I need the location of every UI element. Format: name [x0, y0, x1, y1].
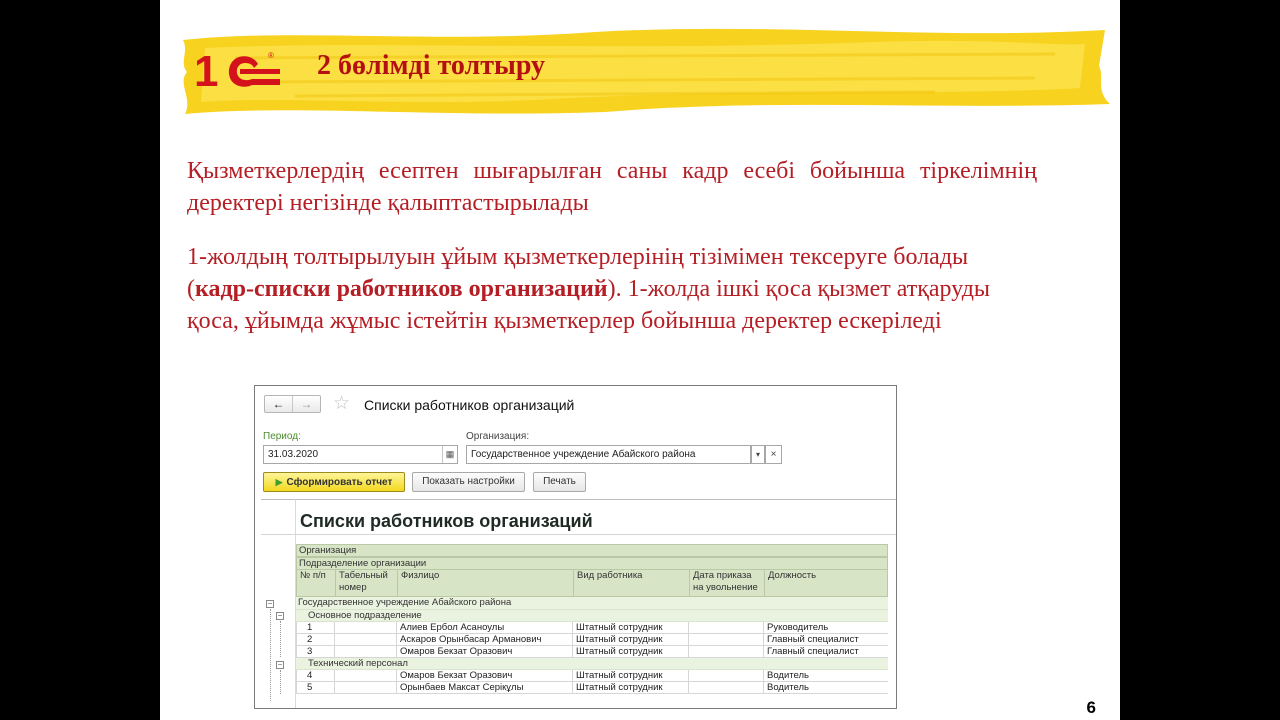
col-position: Должность [764, 570, 888, 596]
org-group-row[interactable]: Государственное учреждение Абайского рай… [296, 597, 888, 610]
table-cell [688, 622, 763, 634]
table-cell: 5 [296, 682, 334, 694]
show-settings-button[interactable]: Показать настройки [412, 472, 525, 492]
table-cell [688, 634, 763, 646]
calendar-icon[interactable]: ▦ [442, 446, 457, 463]
table-cell: Омаров Бекзат Оразович [396, 646, 572, 658]
col-tabnum: Табельный номер [335, 570, 397, 596]
slide: 1 ® 2 бөлімді толтыру Қызметкерлердің ес… [160, 0, 1120, 720]
period-label: Период: [263, 431, 301, 442]
1c-logo-icon: 1 ® [194, 48, 280, 92]
header-columns: № п/п Табельный номер Физлицо Вид работн… [296, 570, 888, 597]
table-cell: Аскаров Орынбасар Арманович [396, 634, 572, 646]
slide-title: 2 бөлімді толтыру [317, 50, 546, 81]
favorite-star-icon[interactable]: ☆ [333, 394, 350, 414]
back-arrow-icon[interactable]: ← [265, 396, 292, 412]
department-group-row[interactable]: Технический персонал [296, 658, 888, 670]
window-title: Списки работников организаций [364, 397, 575, 413]
period-value: 31.03.2020 [268, 449, 319, 460]
table-cell: Штатный сотрудник [572, 646, 688, 658]
col-number: № п/п [300, 570, 326, 581]
table-cell [334, 682, 396, 694]
banner-brush [183, 28, 1110, 115]
tree-line [280, 670, 281, 694]
header-department: Подразделение организации [296, 557, 888, 570]
report-title-divider [261, 534, 896, 535]
tree-line [280, 621, 281, 657]
forward-arrow-icon[interactable]: → [292, 396, 320, 412]
table-cell: Штатный сотрудник [572, 622, 688, 634]
collapse-icon[interactable]: − [276, 612, 284, 620]
table-row[interactable]: 2 Аскаров Орынбасар Арманович Штатный сотр… [296, 634, 888, 646]
table-cell: Главный специалист [763, 634, 887, 646]
table-cell: Алиев Ербол Асаноулы [396, 622, 572, 634]
col-dismissal-date: Дата приказа на увольнение [689, 570, 764, 596]
collapse-icon[interactable]: − [266, 600, 274, 608]
svg-text:1: 1 [194, 48, 218, 92]
organization-label: Организация: [466, 431, 530, 442]
table-cell: Руководитель [763, 622, 887, 634]
table-cell: Главный специалист [763, 646, 887, 658]
table-cell: 4 [296, 670, 334, 682]
table-cell: 1 [296, 622, 334, 634]
table-row[interactable]: 1 Алиев Ербол Асаноулы Штатный сотрудник Ру… [296, 622, 888, 634]
nav-buttons: ← → [264, 395, 321, 413]
organization-input[interactable]: Государственное учреждение Абайского рай… [466, 445, 751, 464]
table-cell [688, 646, 763, 658]
table-cell: Штатный сотрудник [572, 682, 688, 694]
paragraph-1: Қызметкерлердің есептен шығарылған саны … [187, 158, 1037, 216]
header-organization: Организация [296, 544, 888, 557]
paragraph-2-bold: кадр-списки работников организаций [195, 276, 608, 302]
department-group-row[interactable]: Основное подразделение [296, 610, 888, 622]
table-cell: Штатный сотрудник [572, 634, 688, 646]
report-title: Списки работников организаций [300, 511, 593, 531]
table-cell [334, 670, 396, 682]
generate-report-label: Сформировать отчет [286, 477, 393, 488]
report-window: ← → ☆ Списки работников организаций Пери… [254, 385, 897, 709]
table-cell: Омаров Бекзат Оразович [396, 670, 572, 682]
page-number: 6 [1086, 698, 1096, 717]
table-cell [334, 646, 396, 658]
table-row[interactable]: 3 Омаров Бекзат Оразович Штатный сотрудник… [296, 646, 888, 658]
col-person: Физлицо [397, 570, 573, 596]
table-row[interactable]: 5 Орынбаев Максат Серікұлы Штатный сотрудн… [296, 682, 888, 694]
play-icon: ▶ [275, 477, 283, 487]
table-cell [334, 622, 396, 634]
paragraph-2: 1-жолдың толтырылуын ұйым қызметкерлерін… [187, 241, 1037, 337]
table-cell [688, 682, 763, 694]
table-row[interactable]: 4 Омаров Бекзат Оразович Штатный сотрудник… [296, 670, 888, 682]
tree-line [270, 609, 271, 701]
generate-report-button[interactable]: ▶ Сформировать отчет [263, 472, 405, 492]
toolbar-divider [261, 499, 896, 500]
chevron-down-icon[interactable]: ▾ [751, 445, 765, 464]
collapse-icon[interactable]: − [276, 661, 284, 669]
period-input[interactable]: 31.03.2020 ▦ [263, 445, 458, 464]
table-cell [334, 634, 396, 646]
table-cell: Орынбаев Максат Серікұлы [396, 682, 572, 694]
print-button[interactable]: Печать [533, 472, 586, 492]
clear-icon[interactable]: × [765, 445, 782, 464]
table-cell: Водитель [763, 670, 887, 682]
table-cell: Водитель [763, 682, 887, 694]
svg-text:®: ® [268, 51, 274, 60]
table-cell [688, 670, 763, 682]
col-kind: Вид работника [573, 570, 689, 596]
table-cell: Штатный сотрудник [572, 670, 688, 682]
table-cell: 2 [296, 634, 334, 646]
table-cell: 3 [296, 646, 334, 658]
